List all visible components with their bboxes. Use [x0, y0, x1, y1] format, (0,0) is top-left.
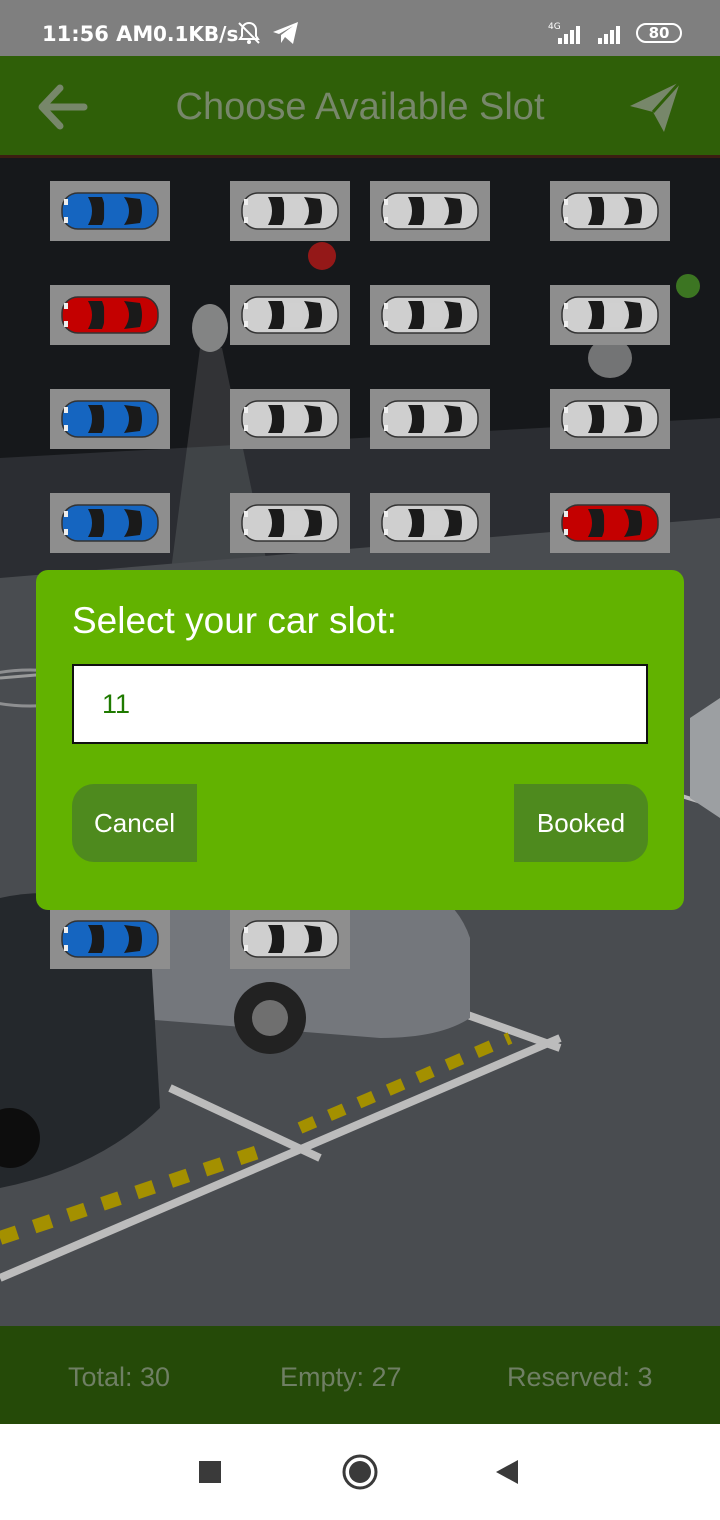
status-left-icons — [236, 20, 301, 50]
slot-dialog: Select your car slot: Cancel Booked — [36, 570, 684, 910]
parking-slot-blue-car[interactable] — [50, 909, 170, 969]
car-icon — [381, 400, 479, 438]
parking-slot-grey-car[interactable] — [550, 181, 670, 241]
car-icon — [61, 504, 159, 542]
parking-slot-blue-car[interactable] — [50, 493, 170, 553]
parking-slot-red-car[interactable] — [50, 285, 170, 345]
car-icon — [381, 296, 479, 334]
car-icon — [241, 504, 339, 542]
system-nav-bar — [0, 1424, 720, 1520]
muted-bell-icon — [238, 21, 260, 44]
signal-icon — [598, 26, 620, 44]
square-icon — [199, 1461, 221, 1483]
total-count: Total: 30 — [68, 1362, 171, 1392]
app-bar: Choose Available Slot — [0, 56, 720, 158]
car-icon — [61, 296, 159, 334]
parking-slot-grey-car[interactable] — [230, 389, 350, 449]
status-network-speed: 0.1KB/s — [153, 22, 239, 46]
cancel-button[interactable]: Cancel — [72, 784, 197, 862]
car-icon — [241, 296, 339, 334]
status-bar: 11:56 AM 0.1KB/s 4G 80 — [0, 0, 720, 56]
car-icon — [381, 192, 479, 230]
home-button[interactable] — [340, 1452, 380, 1492]
car-icon — [241, 400, 339, 438]
network-type-text: 4G — [548, 22, 561, 32]
stats-bar: Total: 30 Empty: 27 Reserved: 3 — [0, 1326, 720, 1424]
car-icon — [241, 920, 339, 958]
parking-slot-red-car[interactable] — [550, 493, 670, 553]
parking-slot-grey-car[interactable] — [230, 285, 350, 345]
parking-slot-grey-car[interactable] — [370, 493, 490, 553]
parking-slot-grey-car[interactable] — [370, 285, 490, 345]
recents-button[interactable] — [190, 1452, 230, 1492]
circle-icon — [342, 1454, 378, 1490]
car-icon — [381, 504, 479, 542]
car-icon — [61, 400, 159, 438]
car-icon — [61, 192, 159, 230]
send-icon — [630, 80, 682, 132]
slot-number-input[interactable] — [72, 664, 648, 744]
parking-slot-grey-car[interactable] — [230, 181, 350, 241]
battery-icon: 80 — [636, 23, 682, 43]
send-button[interactable] — [626, 78, 684, 136]
parking-slot-grey-car[interactable] — [230, 909, 350, 969]
reserved-count: Reserved: 3 — [507, 1362, 653, 1392]
parking-slot-blue-car[interactable] — [50, 389, 170, 449]
parking-slot-grey-car[interactable] — [550, 285, 670, 345]
parking-slot-grey-car[interactable] — [230, 493, 350, 553]
parking-slot-grey-car[interactable] — [370, 389, 490, 449]
car-icon — [561, 400, 659, 438]
signal-4g-icon: 4G — [548, 22, 580, 44]
car-icon — [561, 504, 659, 542]
dialog-title: Select your car slot: — [72, 600, 397, 641]
nav-back-button[interactable] — [488, 1452, 528, 1492]
parking-slot-grey-car[interactable] — [550, 389, 670, 449]
empty-count: Empty: 27 — [280, 1362, 402, 1392]
status-time: 11:56 AM — [42, 22, 154, 46]
parking-slot-blue-car[interactable] — [50, 181, 170, 241]
telegram-icon — [273, 22, 299, 44]
car-icon — [61, 920, 159, 958]
car-icon — [561, 192, 659, 230]
car-icon — [561, 296, 659, 334]
car-icon — [241, 192, 339, 230]
booked-button[interactable]: Booked — [514, 784, 648, 862]
status-right-icons: 4G 80 — [546, 20, 682, 46]
parking-slot-grey-car[interactable] — [370, 181, 490, 241]
page-title: Choose Available Slot — [175, 86, 545, 128]
triangle-back-icon — [496, 1460, 518, 1484]
